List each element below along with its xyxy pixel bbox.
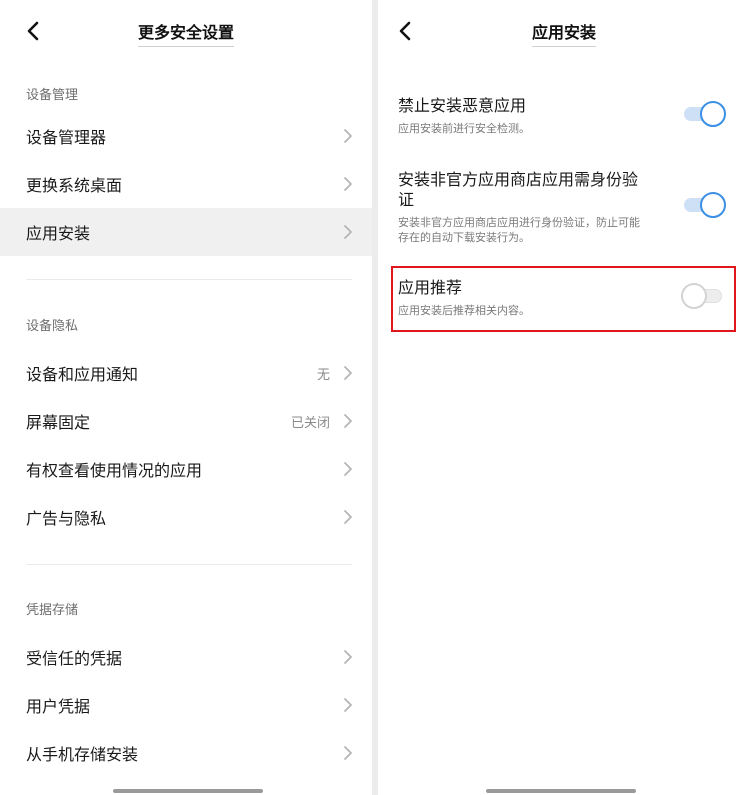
menu-item-value: 无 [316,368,330,383]
chevron-right-icon [344,650,352,664]
top-bar: 更多安全设置 [0,0,372,62]
chevron-right-icon [344,746,352,760]
toggle-knob [700,101,726,127]
menu-item-label: 用户凭据 [26,697,91,716]
toggle-knob [700,192,726,218]
toggle-unofficial-store-verify[interactable] [684,192,726,218]
menu-item-label: 屏幕固定 [26,413,91,432]
top-bar: 应用安装 [378,0,750,62]
page-title: 更多安全设置 [0,19,372,47]
page-title: 应用安装 [378,19,750,47]
setting-description: 安装非官方应用商店应用进行身份验证，防止可能存在的自动下载安装行为。 [398,216,640,244]
home-indicator[interactable] [113,789,263,793]
chevron-right-icon [344,414,352,428]
menu-item-ads-privacy[interactable]: 广告与隐私 [0,493,372,541]
app-install-screen: 应用安装 禁止安装恶意应用 应用安装前进行安全检测。 安装非官方应用商店应用需身… [378,0,750,795]
chevron-right-icon [344,366,352,380]
home-indicator[interactable] [486,789,636,793]
setting-title: 禁止安装恶意应用 [398,96,527,115]
section-label-device-management: 设备管理 [26,88,79,103]
menu-item-screen-pinning[interactable]: 屏幕固定 已关闭 [0,397,372,445]
menu-item-label: 有权查看使用情况的应用 [26,461,203,480]
menu-item-label: 更换系统桌面 [26,176,123,195]
more-security-settings-screen: 更多安全设置 设备管理 设备管理器 更换系统桌面 应用安装 设备隐私 设备和应用… [0,0,372,795]
menu-item-device-app-notifications[interactable]: 设备和应用通知 无 [0,349,372,397]
menu-item-label: 广告与隐私 [26,509,107,528]
menu-item-change-launcher[interactable]: 更换系统桌面 [0,160,372,208]
menu-item-label: 设备和应用通知 [26,365,139,384]
menu-item-usage-access[interactable]: 有权查看使用情况的应用 [0,445,372,493]
chevron-right-icon [344,129,352,143]
menu-item-app-install[interactable]: 应用安装 [0,208,372,256]
menu-item-label: 应用安装 [26,224,91,243]
menu-item-label: 从手机存储安装 [26,745,139,764]
menu-item-label: 设备管理器 [26,128,107,147]
chevron-right-icon [344,698,352,712]
setting-description: 应用安装前进行安全检测。 [398,122,530,135]
menu-item-value: 已关闭 [290,416,330,431]
toggle-block-malicious-app[interactable] [684,101,726,127]
chevron-right-icon [344,510,352,524]
menu-item-trusted-credentials[interactable]: 受信任的凭据 [0,633,372,681]
chevron-right-icon [344,462,352,476]
highlight-box [391,266,736,332]
menu-item-label: 受信任的凭据 [26,649,123,668]
section-label-credential-storage: 凭据存储 [26,603,79,618]
menu-item-device-admin[interactable]: 设备管理器 [0,112,372,160]
chevron-right-icon [344,225,352,239]
chevron-right-icon [344,177,352,191]
setting-title: 安装非官方应用商店应用需身份验证 [398,170,639,209]
section-label-device-privacy: 设备隐私 [26,319,79,334]
menu-item-install-from-storage[interactable]: 从手机存储安装 [0,729,372,777]
menu-item-user-credentials[interactable]: 用户凭据 [0,681,372,729]
